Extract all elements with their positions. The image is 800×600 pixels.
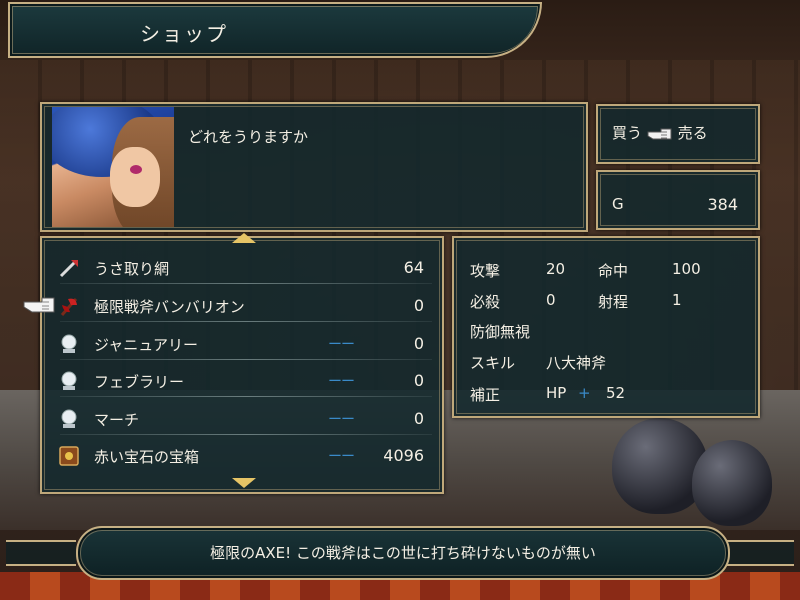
item-count: 64 xyxy=(403,258,424,277)
item-name: 赤い宝石の宝箱 xyxy=(94,448,200,466)
attack-value: 20 xyxy=(546,260,566,278)
list-item[interactable]: ジャニュアリー ーー 0 xyxy=(52,326,432,360)
bonus-value: 52 xyxy=(606,384,626,402)
scroll-up-arrow-icon[interactable] xyxy=(232,233,256,243)
item-count: 0 xyxy=(413,409,424,428)
item-name: うさ取り網 xyxy=(94,260,170,278)
item-name: ジャニュアリー xyxy=(94,336,198,354)
crystal-orb-icon xyxy=(61,371,77,390)
shop-message: どれをうりますか xyxy=(188,128,309,146)
range-value: 1 xyxy=(672,291,682,309)
axe-icon xyxy=(60,298,78,316)
sell-option[interactable]: 売る xyxy=(678,124,708,142)
list-item[interactable]: マーチ ーー 0 xyxy=(52,401,432,435)
bonus-label: 補正 xyxy=(470,386,501,404)
attack-label: 攻撃 xyxy=(470,262,501,280)
list-item[interactable]: 赤い宝石の宝箱 ーー 4096 xyxy=(52,438,432,472)
bonus-sign: + xyxy=(578,384,591,402)
shopkeeper-portrait xyxy=(52,107,174,227)
item-description: 極限のAXE! この戦斧はこの世に打ち砕けないものが無い xyxy=(210,544,596,562)
list-item[interactable]: フェブラリー ーー 0 xyxy=(52,363,432,397)
scroll-down-arrow-icon[interactable] xyxy=(232,478,256,488)
skill-value: 八大神斧 xyxy=(546,354,607,372)
hit-label: 命中 xyxy=(598,262,629,280)
item-count: 0 xyxy=(413,371,424,390)
item-name: マーチ xyxy=(94,411,140,429)
description-bar: 極限のAXE! この戦斧はこの世に打ち砕けないものが無い xyxy=(76,526,730,580)
range-label: 射程 xyxy=(598,293,629,311)
pointing-hand-icon xyxy=(647,128,672,139)
item-name: フェブラリー xyxy=(94,373,185,391)
crit-value: 0 xyxy=(546,291,556,309)
hit-value: 100 xyxy=(672,260,701,278)
item-count: 4096 xyxy=(383,446,424,465)
bonus-stat: HP xyxy=(546,384,567,402)
item-dash: ーー xyxy=(328,412,355,428)
footer-ornament-right xyxy=(724,540,794,566)
item-count: 0 xyxy=(413,334,424,353)
gold-label: G xyxy=(612,195,624,213)
list-item-selected[interactable]: 極限戦斧バンバリオン 0 xyxy=(52,288,432,322)
item-dash: ーー xyxy=(328,337,355,353)
buy-sell-toggle: 買う 売る xyxy=(612,122,708,143)
footer-ornament-left xyxy=(6,540,76,566)
item-dash: ーー xyxy=(328,374,355,390)
gold-value: 384 xyxy=(707,195,738,214)
crystal-orb-icon xyxy=(61,409,77,428)
window-title-bar: ショップ xyxy=(8,2,542,58)
item-dash: ーー xyxy=(328,449,355,465)
window-title: ショップ xyxy=(140,22,228,46)
background-vase-right xyxy=(692,440,772,526)
list-item[interactable]: うさ取り網 64 xyxy=(52,250,432,284)
selection-cursor-hand-icon xyxy=(23,297,55,313)
skill-label: スキル xyxy=(470,354,516,372)
item-count: 0 xyxy=(413,296,424,315)
special-effect: 防御無視 xyxy=(470,323,531,341)
crystal-orb-icon xyxy=(61,334,77,353)
buy-option[interactable]: 買う xyxy=(612,124,642,142)
net-icon xyxy=(59,260,78,278)
crit-label: 必殺 xyxy=(470,293,501,311)
item-name: 極限戦斧バンバリオン xyxy=(94,298,245,316)
treasure-box-icon xyxy=(59,446,79,466)
